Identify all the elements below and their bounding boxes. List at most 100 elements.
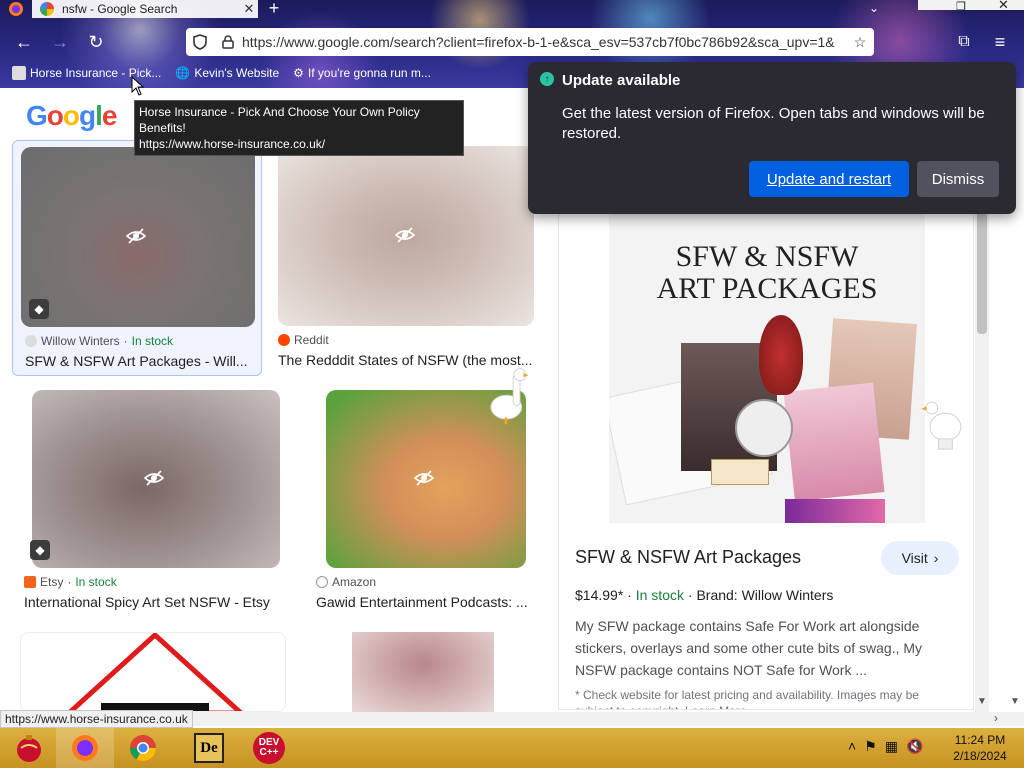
separator: · <box>123 334 128 348</box>
source-name: Etsy <box>40 575 64 589</box>
product-image[interactable]: SFW & NSFW ART PACKAGES <box>609 211 925 523</box>
result-card-3[interactable]: ◆ Etsy · In stock International Spicy Ar… <box>18 386 294 616</box>
back-button[interactable]: ← <box>12 30 36 54</box>
hidden-eye-icon <box>394 224 416 246</box>
product-tag-icon: ◆ <box>29 299 49 319</box>
taskbar-delphi[interactable]: De <box>180 728 238 768</box>
forward-button[interactable]: → <box>48 30 72 54</box>
bookmark-label: If you're gonna run m... <box>307 66 431 80</box>
result-title[interactable]: Gawid Entertainment Podcasts: ... <box>316 594 536 610</box>
reload-button[interactable]: ↻ <box>84 30 108 54</box>
list-tabs-icon[interactable]: ⌄ <box>862 0 886 20</box>
bookmark-label: Kevin's Website <box>194 66 280 80</box>
tracking-protection-shield-icon[interactable] <box>186 34 214 50</box>
brand: Brand: Willow Winters <box>696 587 834 603</box>
globe-icon: 🌐 <box>175 66 191 80</box>
logo-letter: o <box>62 100 80 131</box>
stock-status: In stock <box>635 587 684 603</box>
logo-letter: l <box>95 100 103 131</box>
result-source: Amazon <box>316 575 376 589</box>
action-center-flag-icon[interactable]: ⚑ <box>864 738 877 755</box>
taskbar-firefox[interactable] <box>56 728 114 768</box>
scroll-down-arrow-icon[interactable]: ▼ <box>977 696 987 707</box>
update-and-restart-button[interactable]: Update and restart <box>749 161 909 197</box>
result-title[interactable]: SFW & NSFW Art Packages - Will... <box>25 353 251 369</box>
result-source: Etsy · In stock <box>24 575 117 589</box>
price: $14.99* <box>575 587 624 603</box>
dismiss-button[interactable]: Dismiss <box>917 161 999 197</box>
stock-status: In stock <box>131 334 174 348</box>
etsy-favicon-icon <box>24 576 36 588</box>
tooltip-url: https://www.horse-insurance.co.uk/ <box>139 137 326 151</box>
bookmark-tooltip: Horse Insurance - Pick And Choose Your O… <box>134 100 464 156</box>
reddit-favicon-icon <box>278 334 290 346</box>
result-card-1[interactable]: ◆ Willow Winters · In stock SFW & NSFW A… <box>12 140 262 376</box>
product-title[interactable]: SFW & NSFW Art Packages <box>575 547 801 568</box>
delphi-icon: De <box>194 733 224 763</box>
blurred-thumbnail[interactable] <box>308 632 538 712</box>
result-card-2[interactable]: Reddit The Redddit States of NSFW (the m… <box>272 140 542 376</box>
tooltip-title: Horse Insurance - Pick And Choose Your O… <box>139 105 420 135</box>
popup-body: Get the latest version of Firefox. Open … <box>562 105 985 142</box>
source-name: Reddit <box>294 333 329 347</box>
product-image-title-line: ART PACKAGES <box>656 272 878 305</box>
restore-window-icon[interactable]: ❐ <box>956 0 966 13</box>
tab-close-icon[interactable]: ✕ <box>240 1 258 17</box>
scrollbar-thumb[interactable] <box>977 212 987 334</box>
taskbar: De DEV C++ ˄ ⚑ ▦ 🔇 11:24 PM 2/18/2024 <box>0 728 1024 768</box>
blur-fill <box>352 632 494 712</box>
url-text[interactable]: https://www.google.com/search?client=fir… <box>242 34 846 50</box>
logo-letter: o <box>46 100 64 131</box>
result-title[interactable]: International Spicy Art Set NSFW - Etsy <box>24 594 290 610</box>
network-icon[interactable]: ▦ <box>885 738 898 755</box>
volume-muted-icon[interactable]: 🔇 <box>906 738 923 755</box>
show-hidden-icons-chevron-icon[interactable]: ˄ <box>848 738 856 755</box>
goose-sprite <box>490 368 529 425</box>
new-tab-button[interactable]: + <box>262 0 286 20</box>
result-source: Willow Winters · In stock <box>25 334 173 348</box>
bookmark-star-icon[interactable]: ☆ <box>846 34 874 51</box>
scroll-right-arrow-icon[interactable]: › <box>994 711 998 725</box>
firefox-update-popup: ↑ Update available Get the latest versio… <box>528 62 1016 214</box>
hidden-eye-icon <box>413 467 435 489</box>
main-scroll-down-arrow-icon[interactable]: ▼ <box>1010 696 1020 707</box>
hidden-eye-icon <box>143 467 165 489</box>
result-source: Reddit <box>278 333 329 347</box>
product-meta: $14.99* · In stock · Brand: Willow Winte… <box>575 587 833 603</box>
popup-heading: Update available <box>562 72 681 89</box>
devcpp-icon: DEV C++ <box>253 732 285 764</box>
visit-button[interactable]: Visit › <box>881 541 959 575</box>
firefox-menu-icon[interactable] <box>6 0 26 18</box>
google-logo[interactable]: Google <box>26 100 117 132</box>
panel-scrollbar[interactable] <box>975 212 989 712</box>
gear-skull-icon: ⚙ <box>293 66 304 80</box>
separator: · <box>67 575 72 589</box>
extensions-icon[interactable]: ⧉ <box>952 30 976 54</box>
start-button[interactable] <box>0 728 58 768</box>
update-arrow-icon: ↑ <box>540 72 554 86</box>
source-name: Amazon <box>332 575 377 589</box>
lock-icon[interactable] <box>214 35 242 49</box>
system-tray: ˄ ⚑ ▦ 🔇 <box>848 738 923 755</box>
tag-graphic <box>711 459 769 485</box>
system-clock[interactable]: 11:24 PM 2/18/2024 <box>944 732 1016 764</box>
amazon-favicon-icon <box>316 576 328 588</box>
taskbar-chrome[interactable] <box>114 728 172 768</box>
status-link-url: https://www.horse-insurance.co.uk <box>0 710 193 728</box>
product-description: My SFW package contains Safe For Work ar… <box>575 618 923 678</box>
close-window-icon[interactable]: ✕ <box>998 0 1009 13</box>
ornament-start-icon <box>17 735 41 762</box>
warning-sign-icon <box>67 633 243 711</box>
product-image-title-line: SFW & NSFW <box>675 240 859 273</box>
address-bar[interactable]: https://www.google.com/search?client=fir… <box>186 28 874 56</box>
product-tag-icon: ◆ <box>30 540 50 560</box>
nsfw-warning-thumbnail[interactable] <box>20 632 286 712</box>
mouse-cursor-icon <box>131 75 145 101</box>
bookmark-kevins-website[interactable]: 🌐 Kevin's Website <box>175 66 279 80</box>
taskbar-devcpp[interactable]: DEV C++ <box>240 728 298 768</box>
hamburger-menu-icon[interactable]: ≡ <box>988 30 1012 54</box>
willow-favicon-icon <box>25 335 37 347</box>
firefox-icon <box>72 735 98 761</box>
bookmark-gonna-run[interactable]: ⚙ If you're gonna run m... <box>293 66 431 80</box>
tab-active[interactable]: nsfw - Google Search ✕ <box>32 0 258 18</box>
